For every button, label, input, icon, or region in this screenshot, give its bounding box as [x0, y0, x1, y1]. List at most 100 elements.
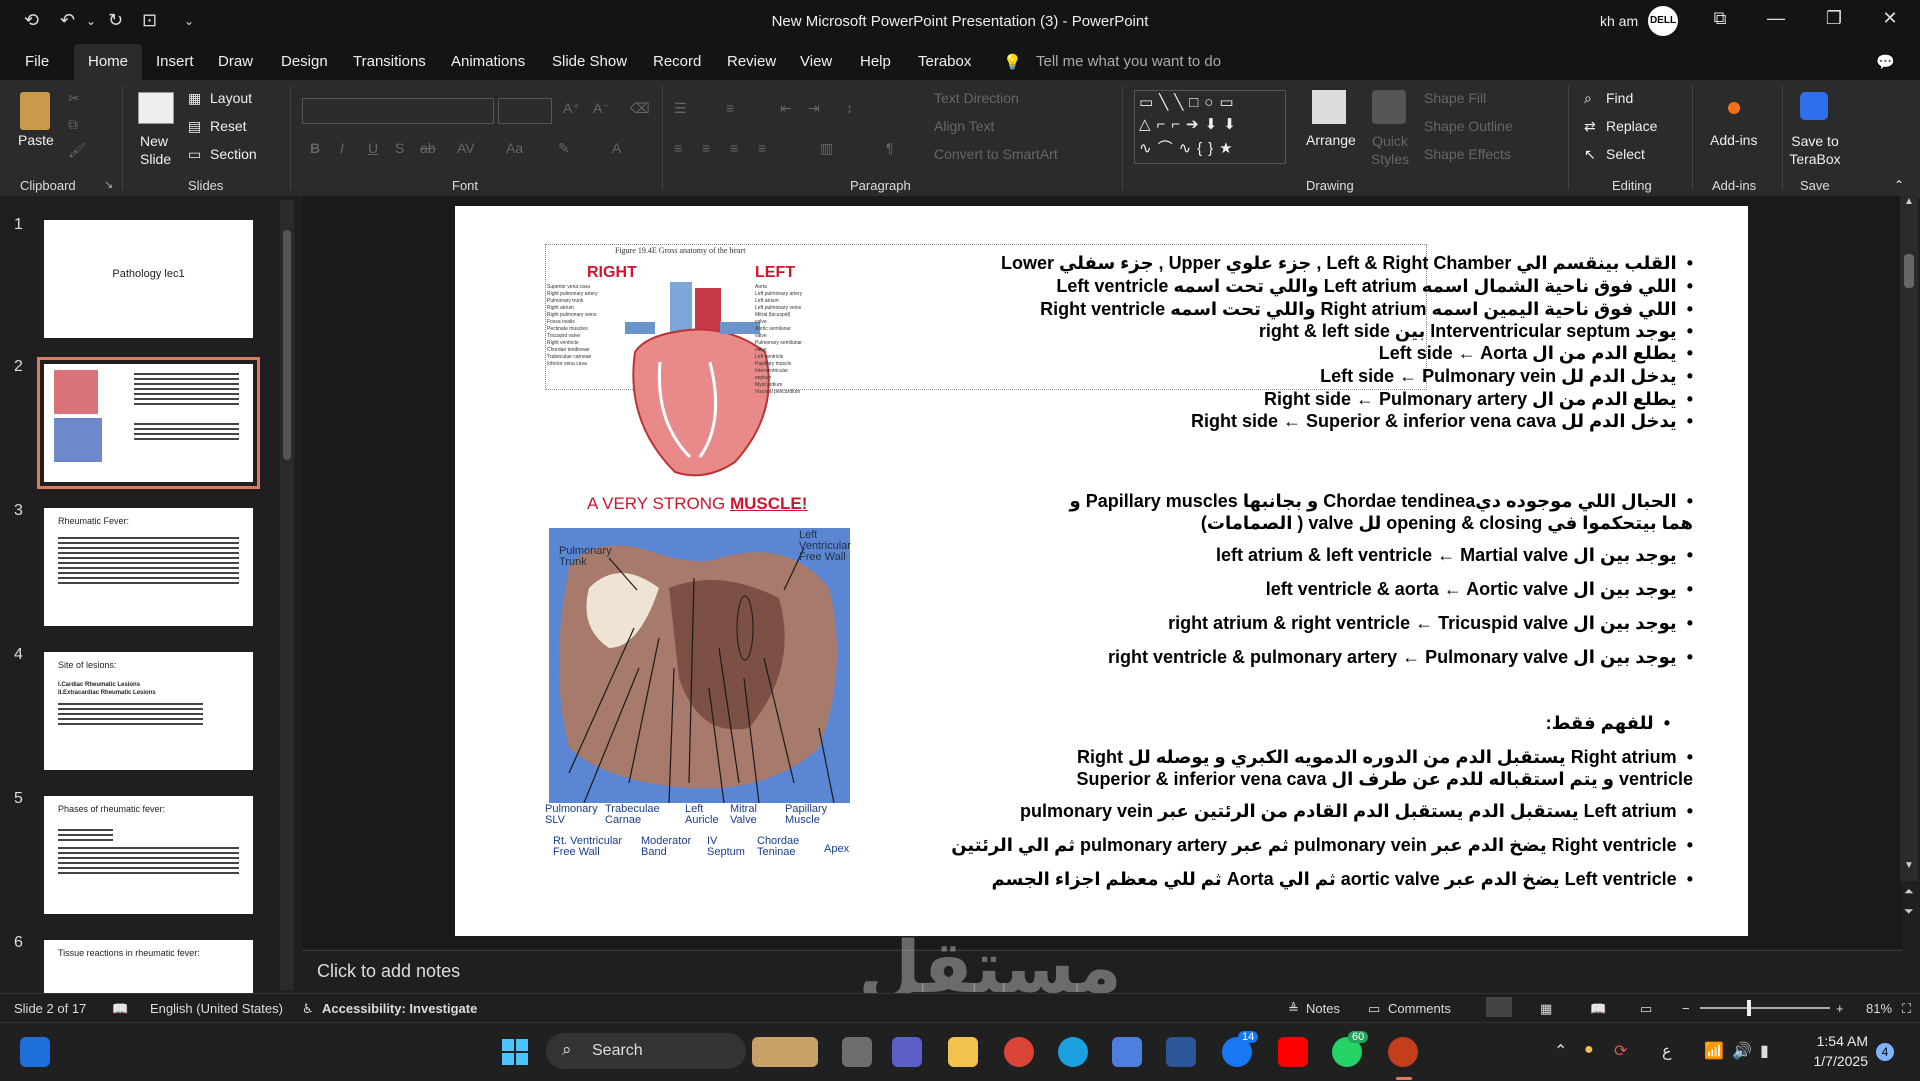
char-spacing-icon[interactable]: AV	[457, 140, 475, 156]
tab-home[interactable]: Home	[74, 44, 143, 80]
convert-smartart-button[interactable]: Convert to SmartArt	[934, 146, 1058, 162]
slide-count[interactable]: Slide 2 of 17	[14, 1001, 86, 1016]
tab-view[interactable]: View	[800, 53, 832, 70]
maximize-button[interactable]: ❐	[1814, 8, 1854, 29]
shape-fill-button[interactable]: Shape Fill	[1424, 90, 1486, 106]
next-slide-icon[interactable]: ⏷	[1904, 904, 1914, 919]
rtl-icon[interactable]: ¶	[886, 140, 894, 156]
format-painter-icon[interactable]: 🖌	[68, 142, 86, 159]
task-view-icon[interactable]	[842, 1037, 872, 1067]
tab-terabox[interactable]: Terabox	[918, 53, 971, 70]
columns-icon[interactable]: ▥	[820, 140, 833, 157]
section-button[interactable]: Section	[210, 146, 257, 162]
select-button[interactable]: Select	[1606, 146, 1645, 162]
thumbnail-slide-6[interactable]: Tissue reactions in rheumatic fever:	[44, 940, 253, 993]
language-indicator[interactable]: English (United States)	[150, 1001, 283, 1016]
grow-font-icon[interactable]: A⁺	[563, 100, 580, 117]
input-language[interactable]: ع	[1662, 1041, 1672, 1061]
notes-button[interactable]: Notes	[1306, 1001, 1340, 1016]
zoom-slider-thumb[interactable]	[1747, 1000, 1751, 1016]
thumbnail-slide-3[interactable]: Rheumatic Fever:	[44, 508, 253, 626]
teams-meet-icon[interactable]	[892, 1037, 922, 1067]
clipboard-launcher-icon[interactable]: ↘	[104, 178, 113, 191]
scroll-down-icon[interactable]: ▼	[1904, 860, 1914, 871]
bullet-item[interactable]: يدخل الدم لل Left side ← Pulmonary vein	[1320, 365, 1693, 387]
clock-date[interactable]: 1/7/2025	[1790, 1053, 1869, 1069]
widgets-icon[interactable]	[20, 1037, 50, 1067]
youtube-icon[interactable]	[1278, 1037, 1308, 1067]
justify-icon[interactable]: ≡	[758, 140, 766, 156]
clock-time[interactable]: 1:54 AM	[1790, 1033, 1868, 1049]
scroll-thumb[interactable]	[283, 230, 291, 460]
tab-animations[interactable]: Animations	[451, 53, 525, 70]
underline-icon[interactable]: U	[368, 140, 378, 156]
italic-icon[interactable]: I	[340, 140, 344, 156]
numbering-icon[interactable]: ≡	[726, 100, 734, 116]
strikethrough-icon[interactable]: ab	[420, 140, 436, 156]
clear-formatting-icon[interactable]: ⌫	[630, 100, 650, 117]
bullet-item[interactable]: الحبال اللي موجوده ديChordae tendinea و …	[1053, 490, 1693, 534]
shadow-icon[interactable]: S	[395, 140, 404, 156]
text-direction-button[interactable]: Text Direction	[934, 90, 1019, 106]
chrome-icon[interactable]	[1004, 1037, 1034, 1067]
slideshow-view-icon[interactable]: ▭	[1640, 1001, 1652, 1017]
thumbnail-slide-4[interactable]: Site of lesions: I.Cardiac Rheumatic Les…	[44, 652, 253, 770]
tell-me-search[interactable]: Tell me what you want to do	[1036, 53, 1221, 70]
bullet-item[interactable]: اللي فوق ناحية الشمال اسمه Left atrium و…	[1056, 275, 1693, 297]
tab-file[interactable]: File	[25, 53, 49, 70]
paste-button[interactable]: Paste	[18, 132, 54, 148]
arrange-button[interactable]: Arrange	[1306, 132, 1356, 148]
bullet-item[interactable]: يوجد بين ال left ventricle & aorta ← Aor…	[1266, 578, 1693, 600]
reset-button[interactable]: Reset	[210, 118, 247, 134]
file-explorer-icon[interactable]	[948, 1037, 978, 1067]
volume-icon[interactable]: 🔊	[1732, 1041, 1752, 1061]
shape-effects-button[interactable]: Shape Effects	[1424, 146, 1511, 162]
tab-help[interactable]: Help	[860, 53, 891, 70]
addins-button[interactable]: Add-ins	[1710, 132, 1757, 148]
decrease-indent-icon[interactable]: ⇤	[780, 100, 792, 117]
bullet-item[interactable]: Left ventricle يضخ الدم عبر aortic valve…	[991, 868, 1693, 890]
antivirus-icon[interactable]: ●	[1584, 1041, 1594, 1059]
bullet-item[interactable]: يوجد بين ال left atrium & left ventricle…	[1216, 544, 1693, 566]
edge-icon[interactable]	[1058, 1037, 1088, 1067]
prev-slide-icon[interactable]: ⏶	[1904, 884, 1914, 899]
bullet-item[interactable]: يدخل الدم لل Right side ← Superior & inf…	[1191, 410, 1693, 432]
bullet-item[interactable]: اللي فوق ناحية اليمين اسمه Right atrium …	[1040, 298, 1693, 320]
tab-design[interactable]: Design	[281, 53, 328, 70]
thumbnail-scrollbar[interactable]	[280, 200, 294, 990]
zoom-slider[interactable]	[1700, 1000, 1830, 1016]
bullet-item[interactable]: Left atrium يستقبل الدم يستقبل الدم القا…	[1020, 800, 1693, 822]
font-color-icon[interactable]: A	[612, 140, 621, 156]
find-button[interactable]: Find	[1606, 90, 1633, 106]
replace-button[interactable]: Replace	[1606, 118, 1657, 134]
taskbar-search[interactable]: ⌕ Search	[546, 1033, 746, 1069]
slide-canvas[interactable]: Figure 19.4E Gross anatomy of the heart …	[455, 206, 1748, 936]
tab-transitions[interactable]: Transitions	[353, 53, 426, 70]
wifi-icon[interactable]: 📶	[1704, 1041, 1724, 1061]
font-family-combo[interactable]	[302, 98, 494, 124]
show-hidden-icons[interactable]: ⌃	[1554, 1041, 1567, 1061]
bold-icon[interactable]: B	[310, 140, 320, 156]
zoom-in-icon[interactable]: +	[1836, 1001, 1844, 1016]
bullet-item[interactable]: يوجد بين ال right ventricle & pulmonary …	[1108, 646, 1693, 668]
layout-button[interactable]: Layout	[210, 90, 252, 106]
increase-indent-icon[interactable]: ⇥	[808, 100, 820, 117]
shape-outline-button[interactable]: Shape Outline	[1424, 118, 1513, 134]
tab-draw[interactable]: Draw	[218, 53, 253, 70]
thumbnail-slide-2[interactable]	[37, 357, 260, 489]
cadaver-heart-image[interactable]: Pulmonary Trunk Left Ventricular Free Wa…	[549, 528, 851, 803]
scroll-thumb[interactable]	[1904, 254, 1914, 288]
bullet-item[interactable]: يطلع الدم من ال Left side ← Aorta	[1379, 342, 1693, 364]
close-button[interactable]: ✕	[1870, 8, 1910, 29]
ribbon-display-icon[interactable]: ⧉	[1700, 8, 1740, 29]
copy-icon[interactable]: ⧉	[68, 116, 78, 133]
highlight-icon[interactable]: ✎	[558, 140, 570, 157]
new-slide-icon[interactable]	[138, 92, 174, 124]
zoom-level[interactable]: 81%	[1866, 1001, 1892, 1016]
sync-icon[interactable]: ⟳	[1614, 1041, 1627, 1061]
user-name[interactable]: kh am	[1600, 13, 1638, 29]
windows-start-icon[interactable]	[502, 1039, 528, 1065]
bullet-item[interactable]: للفهم فقط:	[1546, 712, 1670, 734]
align-center-icon[interactable]: ≡	[702, 140, 710, 156]
accessibility-status[interactable]: Accessibility: Investigate	[322, 1001, 477, 1016]
